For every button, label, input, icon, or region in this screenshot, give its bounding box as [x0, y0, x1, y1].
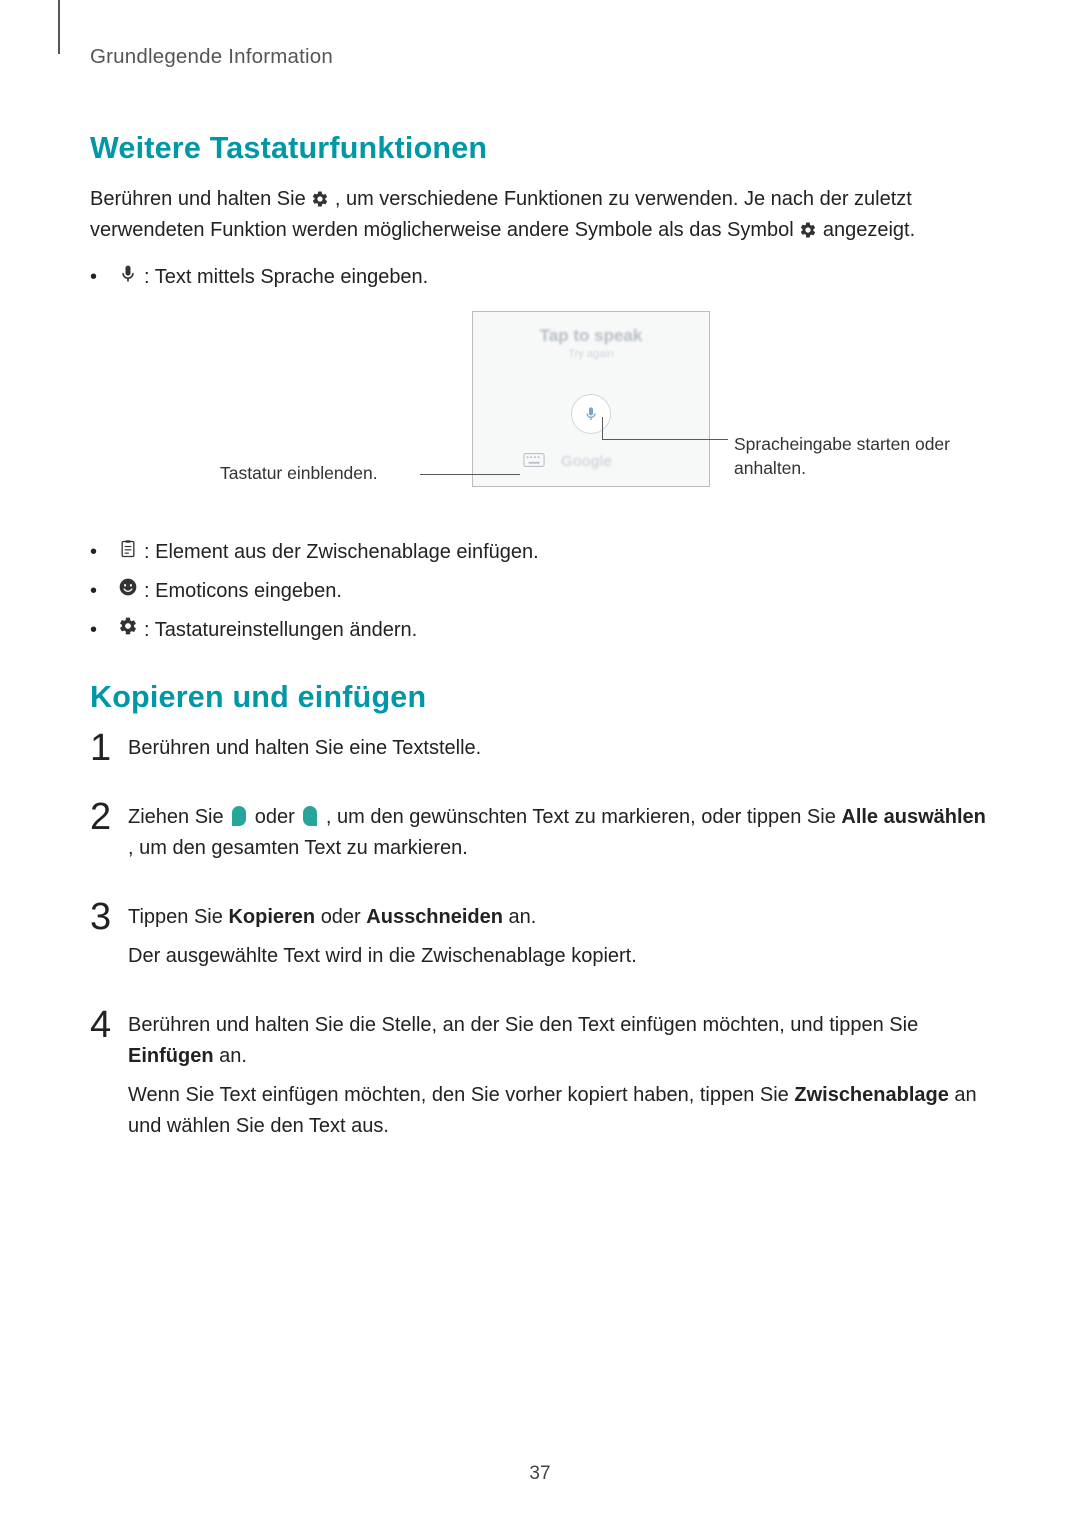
gear-icon — [118, 616, 138, 636]
intro-paragraph: Berühren und halten Sie , um verschieden… — [90, 184, 990, 246]
smiley-icon — [118, 577, 138, 597]
clipboard-icon — [118, 538, 138, 560]
step-body: Ziehen Sie oder , um den gewünschten Tex… — [128, 802, 990, 872]
bold-label: Kopieren — [228, 906, 315, 928]
t: Ziehen Sie — [128, 806, 229, 828]
running-head: Grundlegende Information — [90, 45, 990, 69]
bullet-marker: • — [90, 576, 118, 607]
margin-rule — [58, 0, 60, 54]
try-again-label: Try again — [473, 348, 709, 360]
step-body: Tippen Sie Kopieren oder Ausschneiden an… — [128, 902, 990, 980]
t: an. — [509, 906, 537, 928]
section-heading-keyboard-functions: Weitere Tastaturfunktionen — [90, 131, 990, 166]
selection-handle-left-icon — [232, 806, 246, 826]
step-4: 4 Berühren und halten Sie die Stelle, an… — [90, 1010, 990, 1150]
step-text: Ziehen Sie oder , um den gewünschten Tex… — [128, 802, 990, 864]
intro-text-1: Berühren und halten Sie — [90, 188, 311, 210]
leader-line-right-v — [602, 417, 603, 440]
t: Tippen Sie — [128, 906, 228, 928]
selection-handle-right-icon — [303, 806, 317, 826]
bullet-marker: • — [90, 262, 118, 293]
bullet-list-bottom: • : Element aus der Zwischenablage einfü… — [90, 537, 990, 646]
gear-icon — [311, 190, 329, 208]
step-text: Berühren und halten Sie die Stelle, an d… — [128, 1010, 990, 1072]
step-2: 2 Ziehen Sie oder , um den gewünschten T… — [90, 802, 990, 872]
step-body: Berühren und halten Sie eine Textstelle. — [128, 733, 990, 772]
bold-label: Ausschneiden — [366, 906, 503, 928]
bullet-text: : Tastatureinstellungen ändern. — [144, 615, 990, 646]
step-text: Berühren und halten Sie eine Textstelle. — [128, 733, 990, 764]
t: oder — [255, 806, 301, 828]
t: , um den gewünschten Text zu markieren, … — [326, 806, 841, 828]
bullet-text: : Element aus der Zwischenablage einfüge… — [144, 537, 990, 568]
mic-button — [571, 394, 611, 434]
gear-icon — [799, 221, 817, 239]
t: Wenn Sie Text einfügen möchten, den Sie … — [128, 1084, 794, 1106]
bullet-text: : Text mittels Sprache eingeben. — [144, 262, 990, 293]
bold-label: Einfügen — [128, 1045, 214, 1067]
step-subtext: Der ausgewählte Text wird in die Zwische… — [128, 941, 990, 972]
step-number: 4 — [90, 1006, 128, 1044]
page-number: 37 — [0, 1463, 1080, 1485]
callout-start-stop-voice: Spracheingabe starten oder anhalten. — [734, 433, 994, 480]
step-number: 3 — [90, 898, 128, 936]
step-body: Berühren und halten Sie die Stelle, an d… — [128, 1010, 990, 1150]
bold-label: Alle auswählen — [841, 806, 986, 828]
step-3: 3 Tippen Sie Kopieren oder Ausschneiden … — [90, 902, 990, 980]
bullet-emoji: • : Emoticons eingeben. — [90, 576, 990, 607]
phone-screen: Tap to speak Try again Google — [472, 311, 710, 487]
microphone-icon — [118, 263, 138, 285]
steps-list: 1 Berühren und halten Sie eine Textstell… — [90, 733, 990, 1150]
tap-to-speak-label: Tap to speak — [473, 326, 709, 346]
t: oder — [321, 906, 367, 928]
google-label: Google — [561, 453, 612, 470]
leader-line-left — [420, 474, 520, 475]
step-text: Tippen Sie Kopieren oder Ausschneiden an… — [128, 902, 990, 933]
manual-page: Grundlegende Information Weitere Tastatu… — [0, 0, 1080, 1527]
t: an. — [219, 1045, 247, 1067]
step-number: 1 — [90, 729, 128, 767]
callout-show-keyboard: Tastatur einblenden. — [220, 463, 378, 484]
bullet-settings: • : Tastatureinstellungen ändern. — [90, 615, 990, 646]
bullet-list-top: • : Text mittels Sprache eingeben. — [90, 262, 990, 293]
leader-line-right-h — [602, 439, 728, 440]
microphone-icon — [583, 406, 599, 422]
section-heading-copy-paste: Kopieren und einfügen — [90, 680, 990, 715]
keyboard-icon — [523, 452, 545, 468]
bullet-text: : Emoticons eingeben. — [144, 576, 990, 607]
intro-text-3: angezeigt. — [823, 219, 915, 241]
t: Berühren und halten Sie die Stelle, an d… — [128, 1014, 918, 1036]
bullet-clipboard: • : Element aus der Zwischenablage einfü… — [90, 537, 990, 568]
voice-input-figure: Tap to speak Try again Google Tastatur e… — [90, 311, 990, 511]
t: , um den gesamten Text zu markieren. — [128, 837, 468, 859]
step-number: 2 — [90, 798, 128, 836]
bullet-marker: • — [90, 537, 118, 568]
bullet-marker: • — [90, 615, 118, 646]
bullet-mic: • : Text mittels Sprache eingeben. — [90, 262, 990, 293]
step-1: 1 Berühren und halten Sie eine Textstell… — [90, 733, 990, 772]
bold-label: Zwischenablage — [794, 1084, 949, 1106]
step-subtext: Wenn Sie Text einfügen möchten, den Sie … — [128, 1080, 990, 1142]
